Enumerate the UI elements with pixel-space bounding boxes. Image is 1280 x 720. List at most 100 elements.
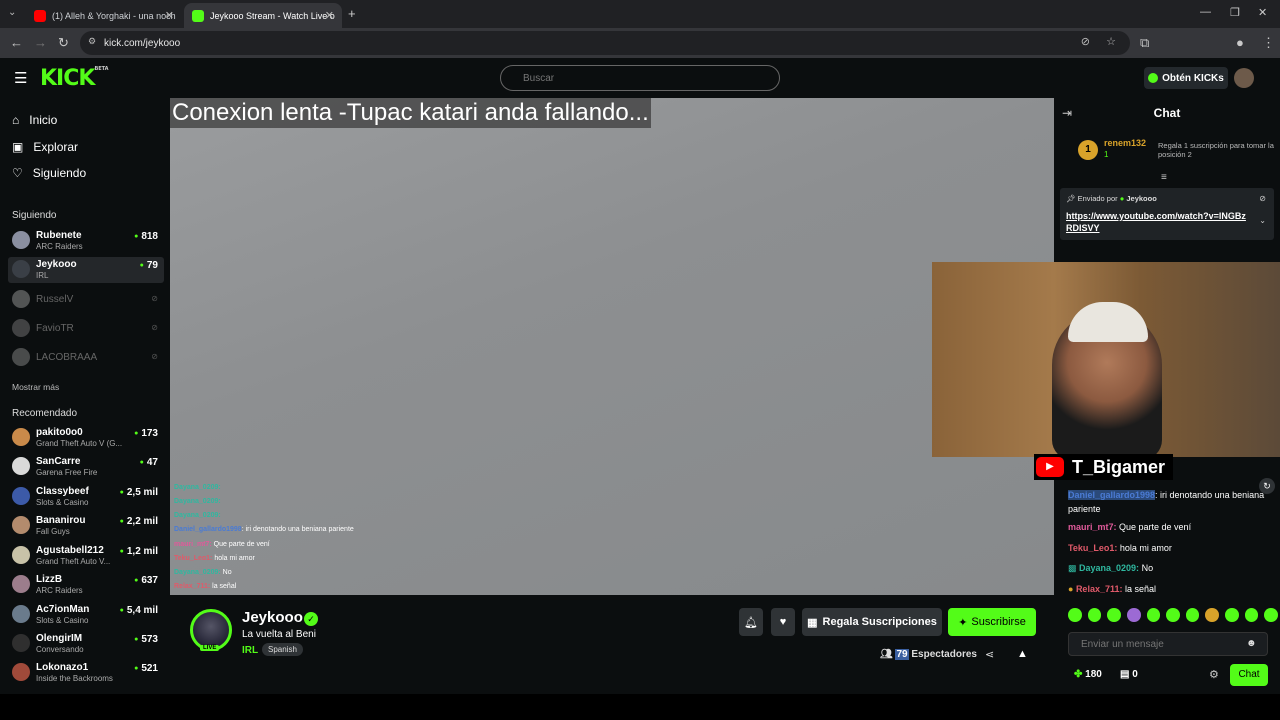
- report-warning-icon[interactable]: ▲: [1017, 648, 1028, 660]
- sidebar-channel-jeykooo[interactable]: Jeykooo IRL 79: [8, 257, 164, 283]
- send-chat-button[interactable]: Chat: [1230, 664, 1268, 686]
- back-icon[interactable]: ←: [10, 35, 23, 50]
- url-text: kick.com/jeykooo: [104, 37, 181, 49]
- chat-username[interactable]: Relax_711:: [1076, 584, 1123, 594]
- sidebar-nav-explore[interactable]: ▣ Explorar: [12, 140, 78, 154]
- kick-logo[interactable]: KICKBETA: [40, 66, 109, 91]
- channel-category: Conversando: [36, 645, 84, 654]
- hamburger-menu-icon[interactable]: ☰: [14, 69, 27, 87]
- stream-info-bar: LIVE Jeykooo ✓ La vuelta al Beni IRL Spa…: [170, 595, 1054, 694]
- browser-tab-youtube[interactable]: (1) Alleh & Yorghaki - una noch ✕: [26, 3, 182, 28]
- channel-name: Bananirou: [36, 515, 86, 526]
- channel-name: SanCarre: [36, 456, 81, 467]
- menu-icon[interactable]: ⋮: [1262, 35, 1275, 51]
- profile-icon[interactable]: ●: [1236, 35, 1244, 50]
- emote-icon[interactable]: [1166, 608, 1180, 622]
- sidebar-channel-lokonazo1[interactable]: Lokonazo1 Inside the Backrooms 521: [8, 660, 164, 686]
- emote-icon[interactable]: [1068, 608, 1082, 622]
- sidebar-channel-russelv[interactable]: RusselV ⊘: [8, 287, 164, 313]
- sidebar-channel-faviotr[interactable]: FavioTR ⊘: [8, 316, 164, 342]
- chat-username[interactable]: Teku_Leo1:: [1068, 543, 1117, 553]
- close-window-icon[interactable]: ✕: [1258, 6, 1267, 19]
- subscribe-button[interactable]: ✦ Suscribirse: [948, 608, 1036, 636]
- filter-icon[interactable]: ≡: [1161, 172, 1167, 183]
- gift-leaderboard[interactable]: 1 renem132 1 Regala 1 suscripción para t…: [1078, 138, 1278, 168]
- maximize-icon[interactable]: ❐: [1230, 6, 1240, 19]
- user-avatar[interactable]: [1234, 68, 1254, 88]
- site-info-icon[interactable]: ⚙: [88, 36, 96, 47]
- new-tab-icon[interactable]: +: [348, 6, 356, 21]
- search-input[interactable]: [500, 65, 780, 91]
- share-icon[interactable]: ⋖: [985, 648, 994, 661]
- sidebar-channel-lizzb[interactable]: LizzB ARC Raiders 637: [8, 572, 164, 598]
- eye-off-icon[interactable]: ⊘: [1081, 35, 1090, 48]
- scroll-to-bottom-icon[interactable]: ↻: [1259, 478, 1275, 494]
- sidebar-channel-lacobraaa[interactable]: LACOBRAAA ⊘: [8, 345, 164, 371]
- emote-icon[interactable]: [1185, 608, 1200, 622]
- overlay-chat-line: Dayana_0209: No: [174, 569, 232, 576]
- sidebar-channel-sancarre[interactable]: SanCarre Garena Free Fire 47: [8, 454, 164, 480]
- offline-icon: ⊘: [151, 294, 158, 303]
- unpin-icon[interactable]: ⊘: [1259, 194, 1266, 203]
- close-tab-icon[interactable]: ✕: [165, 9, 174, 22]
- get-kicks-button[interactable]: Obtén KICKs: [1144, 67, 1228, 89]
- category-link[interactable]: IRL: [242, 645, 258, 656]
- sidebar-channel-classybeef[interactable]: Classybeef Slots & Casino 2,5 mil: [8, 484, 164, 510]
- subs-value: 0: [1132, 669, 1138, 680]
- chat-username[interactable]: Daniel_gallardo1998: [1068, 490, 1156, 500]
- sidebar-channel-pakito0o0[interactable]: pakito0o0 Grand Theft Auto V (G... 173: [8, 425, 164, 451]
- emote-icon[interactable]: [1146, 608, 1161, 622]
- viewer-count: 2,5 mil: [120, 487, 158, 498]
- forward-icon[interactable]: →: [34, 35, 47, 50]
- reload-icon[interactable]: ↻: [58, 35, 69, 51]
- gear-icon[interactable]: ⚙: [1209, 668, 1219, 681]
- channel-name[interactable]: Jeykooo: [242, 609, 303, 626]
- chevron-down-icon[interactable]: ⌄: [1259, 216, 1266, 225]
- minimize-icon[interactable]: —: [1200, 6, 1211, 18]
- leader-username: renem132: [1104, 138, 1147, 148]
- get-kicks-label: Obtén KICKs: [1162, 72, 1224, 84]
- sidebar-nav-home[interactable]: ⌂ Inicio: [12, 113, 57, 127]
- language-tag[interactable]: Spanish: [262, 643, 303, 656]
- sidebar-channel-ac7ionman[interactable]: Ac7ionMan Slots & Casino 5,4 mil: [8, 602, 164, 628]
- emote-icon[interactable]: [1126, 608, 1141, 622]
- emote-icon[interactable]: [1107, 608, 1121, 622]
- sidebar-nav-following[interactable]: ♡ Siguiendo: [12, 166, 86, 180]
- emoji-picker-icon[interactable]: ☻: [1246, 638, 1257, 649]
- sidebar-channel-bananirou[interactable]: Bananirou Fall Guys 2,2 mil: [8, 513, 164, 539]
- sidebar-channel-rubenete[interactable]: Rubenete ARC Raiders 818: [8, 228, 164, 254]
- tab-list-dropdown-icon[interactable]: ⌄: [8, 7, 16, 18]
- extensions-icon[interactable]: ⧉: [1140, 35, 1149, 51]
- chat-username[interactable]: mauri_mt7:: [1068, 522, 1117, 532]
- emote-icon[interactable]: [1225, 608, 1239, 622]
- close-tab-icon[interactable]: ✕: [325, 9, 334, 22]
- notifications-bell-button[interactable]: 🔔︎: [739, 608, 763, 636]
- sidebar-channel-agustabell212[interactable]: Agustabell212 Grand Theft Auto V... 1,2 …: [8, 543, 164, 569]
- bookmark-star-icon[interactable]: ☆: [1106, 35, 1116, 48]
- subscriptions-count[interactable]: ▤ 0: [1120, 669, 1138, 680]
- show-more-link[interactable]: Mostrar más: [12, 382, 59, 392]
- gift-subscriptions-button[interactable]: ▦ Regala Suscripciones: [802, 608, 942, 636]
- emote-icon[interactable]: [1264, 608, 1279, 622]
- chat-message-input[interactable]: [1068, 632, 1268, 656]
- emote-icon[interactable]: [1244, 608, 1259, 622]
- video-player[interactable]: Conexion lenta -Tupac katari anda fallan…: [170, 98, 1054, 595]
- pinned-message[interactable]: 📌︎ Enviado por ● Jeykooo ⊘ https://www.y…: [1060, 188, 1274, 240]
- channel-category: Inside the Backrooms: [36, 674, 113, 683]
- avatar: [12, 231, 30, 249]
- nav-label: Explorar: [33, 140, 79, 154]
- chat-message: ● Relax_711: la señal: [1068, 582, 1268, 596]
- chat-username[interactable]: Dayana_0209:: [1079, 563, 1139, 573]
- emote-icon[interactable]: [1205, 608, 1220, 622]
- address-bar[interactable]: ⚙ kick.com/jeykooo ⊘ ☆: [80, 31, 1130, 55]
- chat-username: Daniel_gallardo1998: [174, 526, 242, 533]
- sidebar-channel-olengirim[interactable]: OlengirIM Conversando 573: [8, 631, 164, 657]
- verified-check-icon: ✓: [304, 612, 318, 626]
- follow-heart-button[interactable]: ♥: [771, 608, 795, 636]
- pinned-link[interactable]: https://www.youtube.com/watch?v=lNGBzRDI…: [1066, 210, 1246, 234]
- browser-tab-kick[interactable]: Jeykooo Stream - Watch Live o ✕: [184, 3, 342, 28]
- emote-icon[interactable]: [1087, 608, 1102, 622]
- channel-points[interactable]: ✤ 180: [1074, 669, 1102, 680]
- sidebar: ⌂ Inicio ▣ Explorar ♡ Siguiendo Siguiendo R…: [0, 98, 170, 694]
- chat-text: No: [220, 569, 232, 576]
